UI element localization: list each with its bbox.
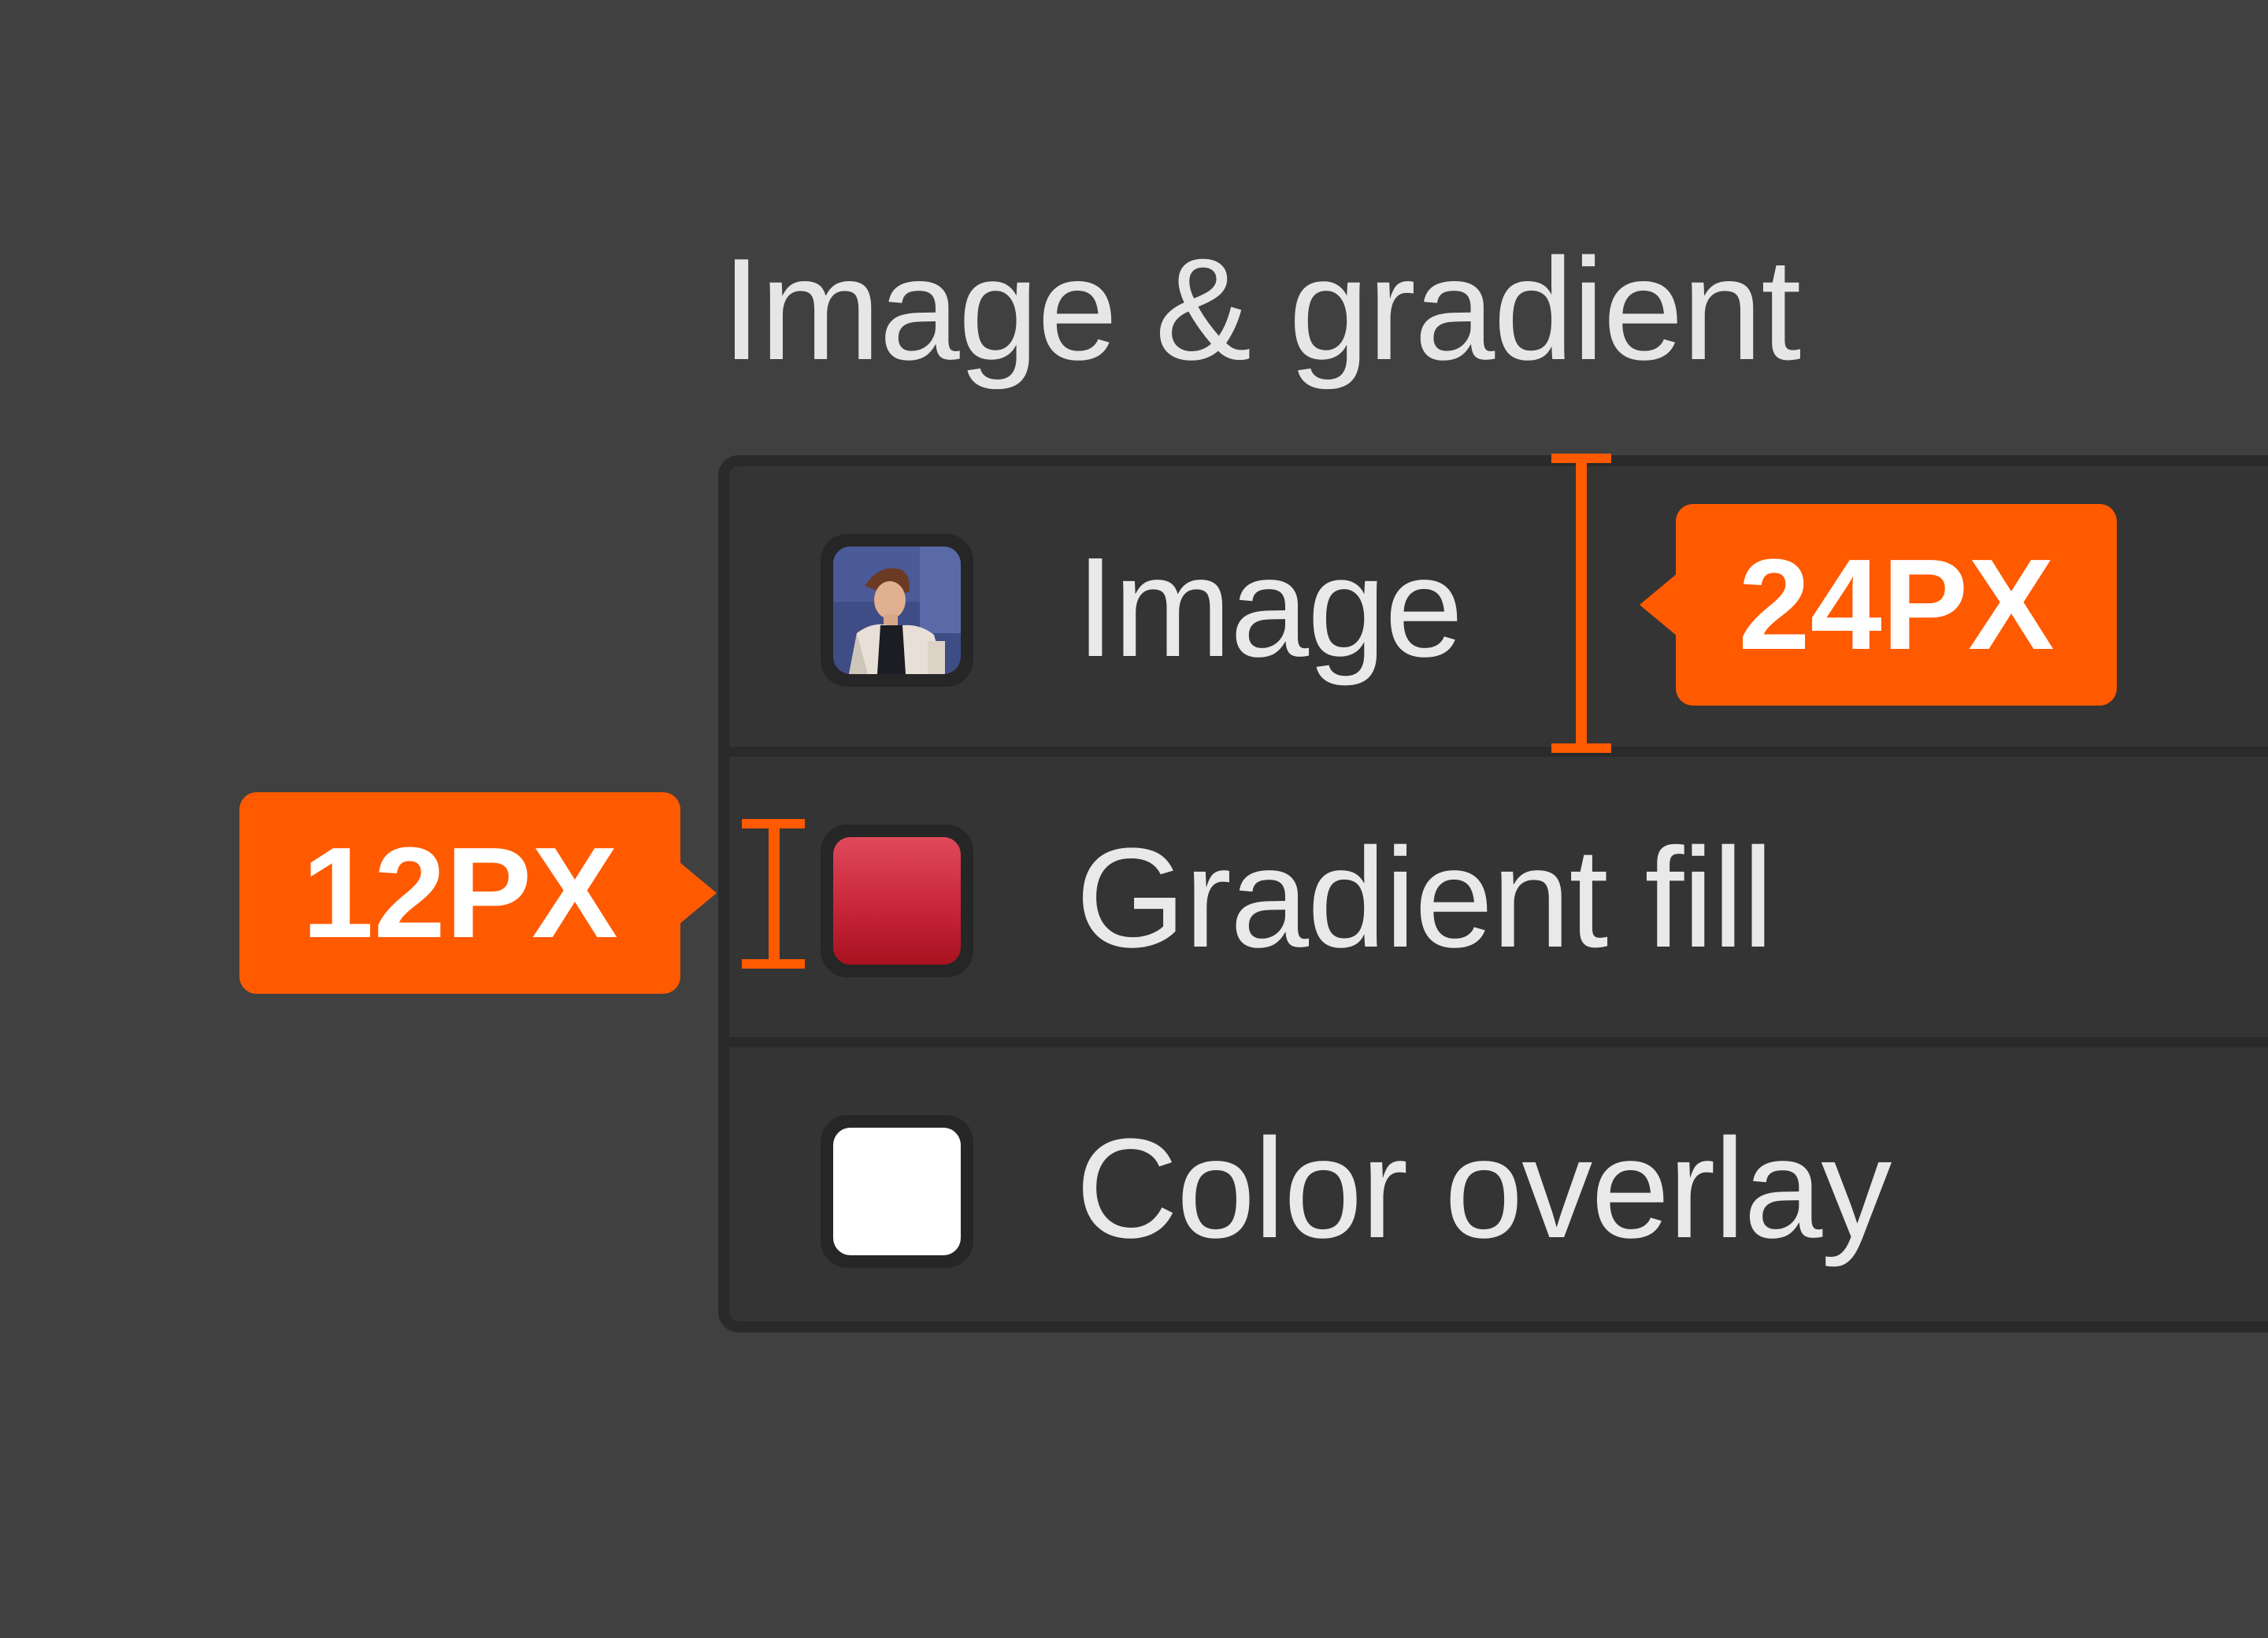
photo-thumbnail [833, 547, 961, 674]
white-swatch [833, 1128, 961, 1255]
gradient-thumbnail [821, 825, 973, 977]
red-gradient-swatch [833, 837, 961, 965]
measure-cap-bottom [742, 959, 805, 969]
measure-line [1576, 454, 1587, 753]
layer-row-color-overlay[interactable]: Color overlay [729, 1047, 2268, 1328]
measure-line [769, 819, 780, 969]
badge-pointer [679, 862, 717, 925]
image-thumbnail [821, 534, 973, 687]
layer-label-image: Image [1076, 528, 1463, 687]
row-height-badge: 24PX [1676, 504, 2117, 706]
row-divider [729, 1037, 2268, 1047]
photo-thumbnail-graphic [833, 547, 961, 674]
color-thumbnail [821, 1115, 973, 1268]
badge-pointer [1640, 573, 1677, 636]
layer-label-gradient-fill: Gradient fill [1076, 819, 1773, 977]
measure-cap-bottom [1551, 743, 1611, 753]
section-title: Image & gradient [721, 228, 1801, 390]
layer-row-gradient-fill[interactable]: Gradient fill [729, 757, 2268, 1037]
row-divider [729, 747, 2268, 757]
layer-label-color-overlay: Color overlay [1076, 1110, 1892, 1268]
padding-badge: 12PX [239, 792, 680, 994]
